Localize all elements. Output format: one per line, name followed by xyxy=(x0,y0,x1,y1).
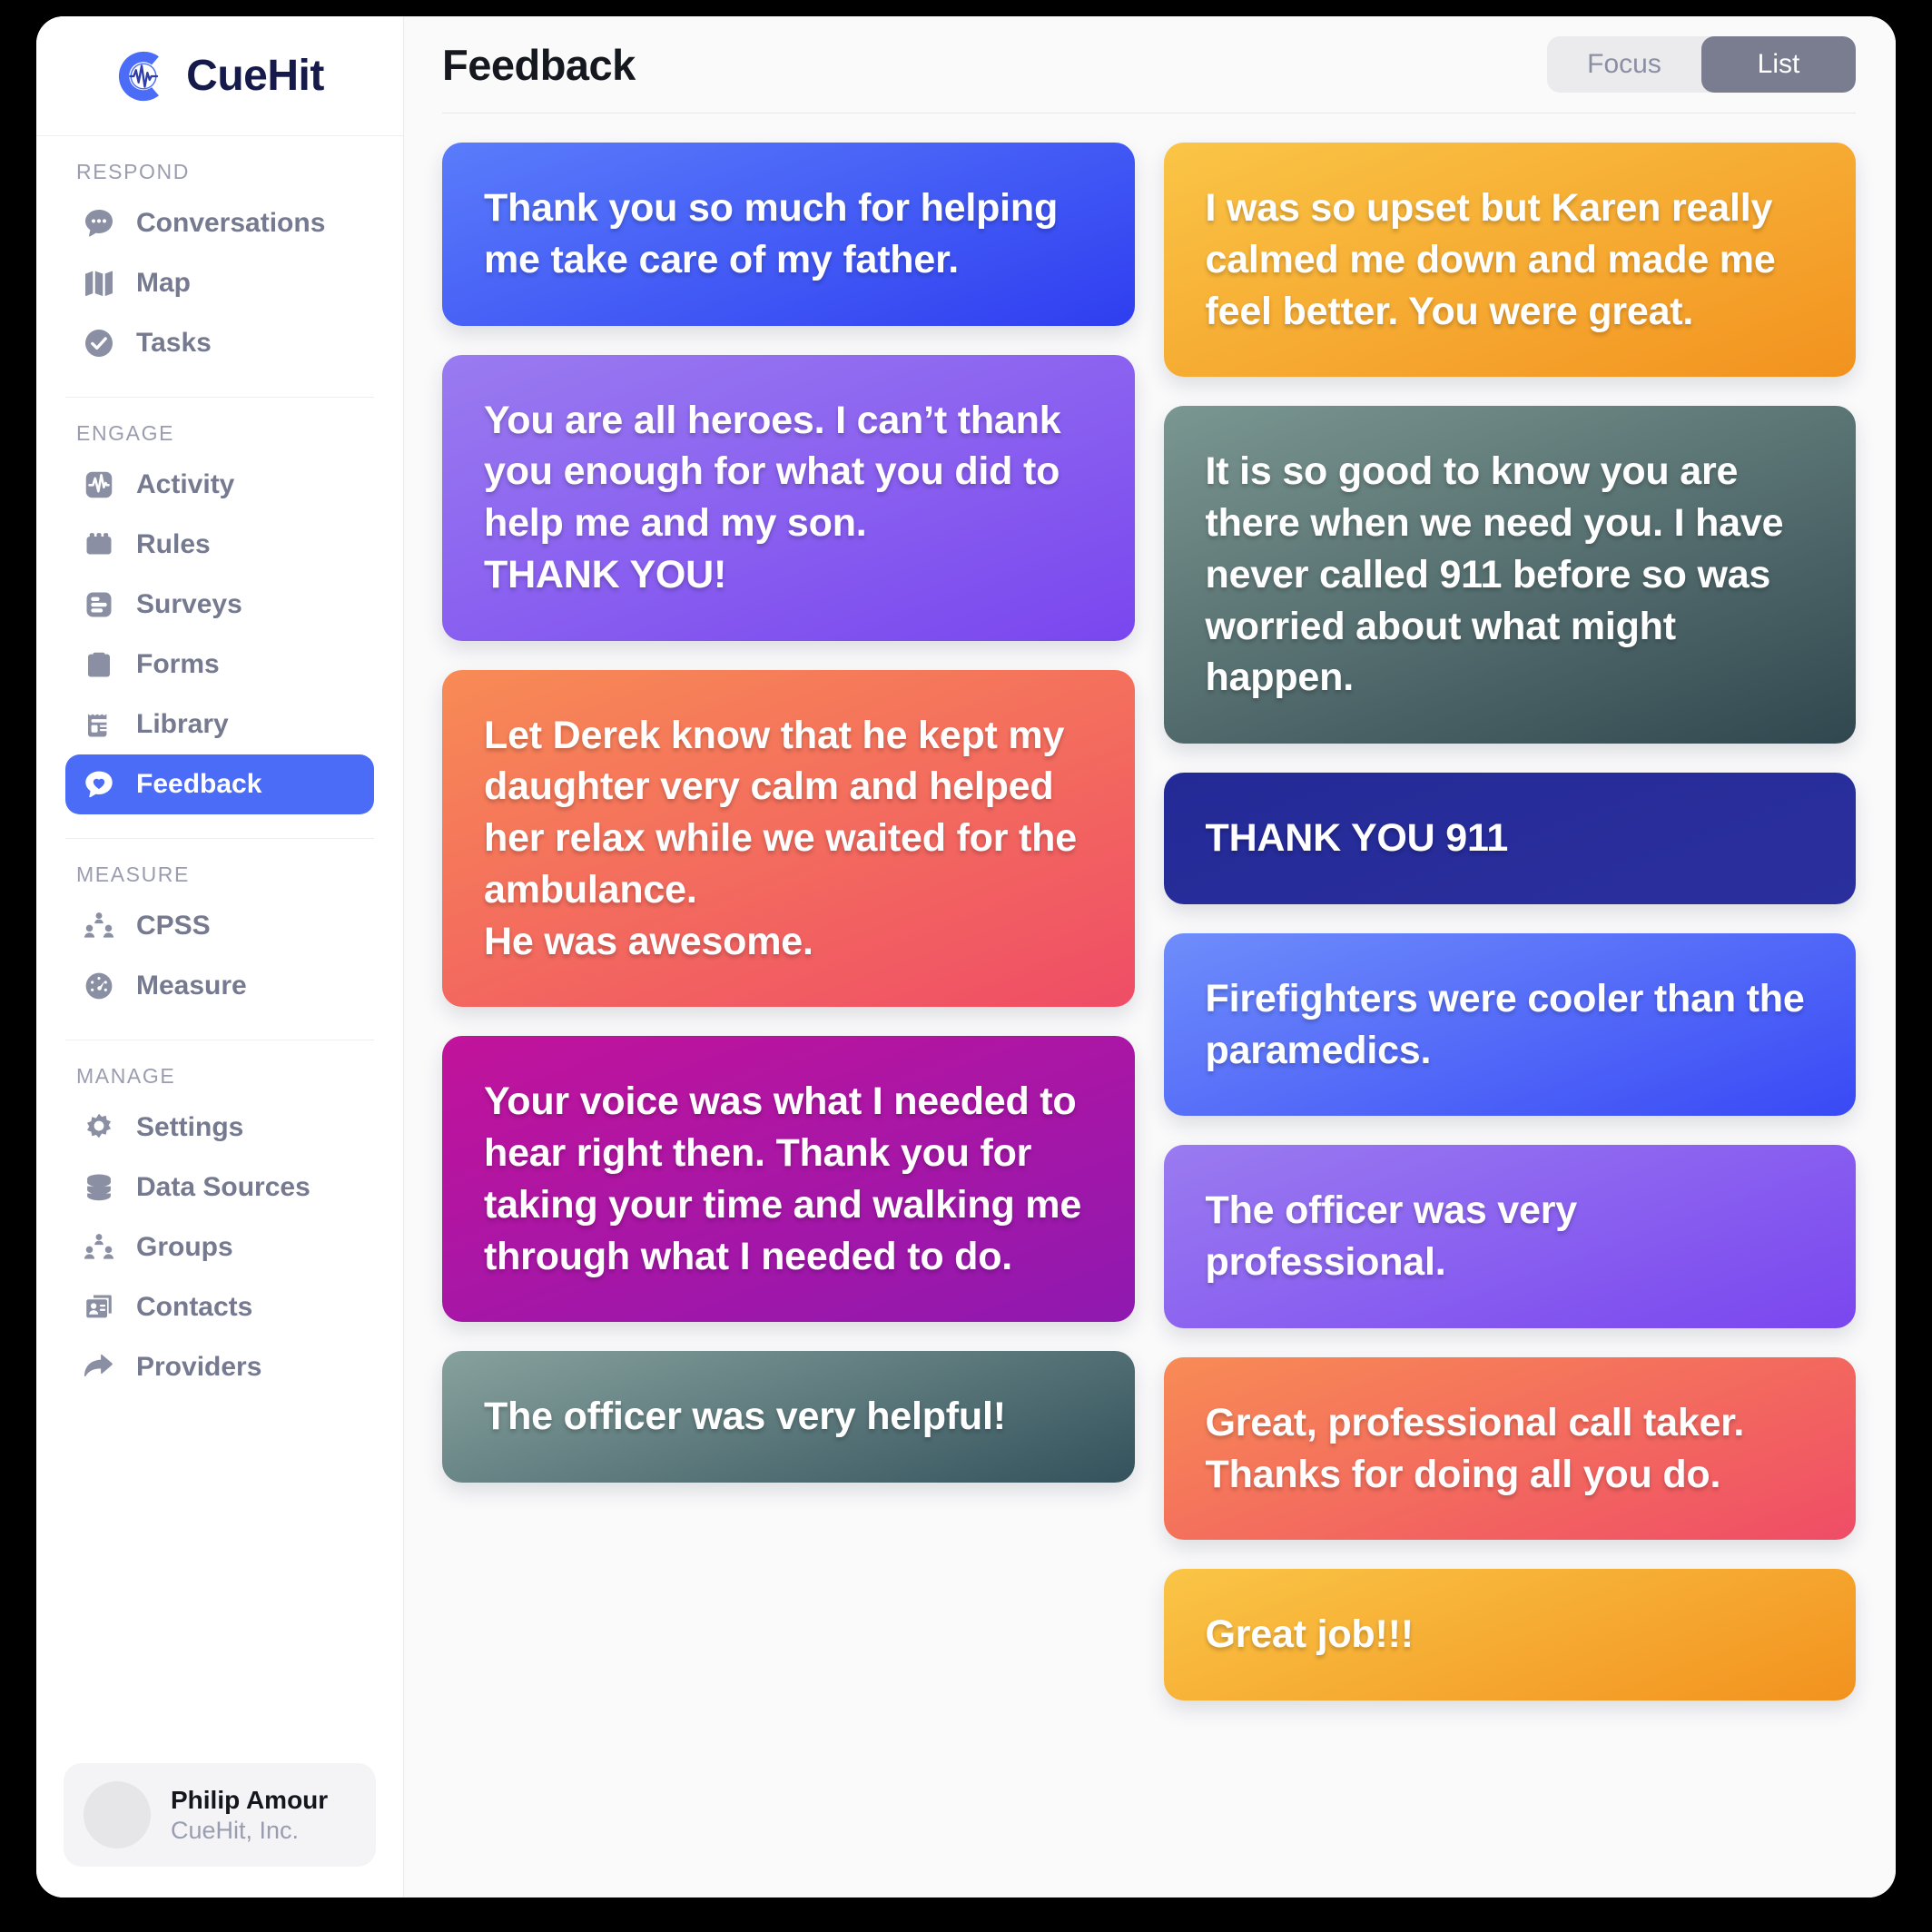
nav-group-label: MEASURE xyxy=(76,862,190,886)
user-card-wrap: Philip Amour CueHit, Inc. xyxy=(36,1745,403,1898)
gauge-icon xyxy=(82,969,116,1003)
sidebar-item-measure[interactable]: Measure xyxy=(65,956,374,1016)
nav-group-engage: ENGAGE Activity Rules Surveys Forms Libr… xyxy=(65,397,374,814)
nav-group-measure: MEASURE CPSS Measure xyxy=(65,838,374,1016)
sidebar-item-label: Feedback xyxy=(136,769,262,799)
sidebar-item-label: Settings xyxy=(136,1112,244,1142)
user-profile-card[interactable]: Philip Amour CueHit, Inc. xyxy=(64,1763,376,1867)
sidebar-item-label: CPSS xyxy=(136,911,211,941)
sidebar-item-conversations[interactable]: Conversations xyxy=(65,193,374,253)
user-name: Philip Amour xyxy=(171,1785,329,1814)
cuehit-logo-icon xyxy=(115,48,172,104)
sidebar-item-map[interactable]: Map xyxy=(65,253,374,313)
share-arrow-icon xyxy=(82,1350,116,1385)
sidebar-item-surveys[interactable]: Surveys xyxy=(65,575,374,635)
brand-name: CueHit xyxy=(186,51,324,100)
avatar xyxy=(84,1781,151,1848)
clipboard-icon xyxy=(82,647,116,682)
sidebar-item-settings[interactable]: Settings xyxy=(65,1098,374,1158)
feedback-card[interactable]: Let Derek know that he kept my daughter … xyxy=(442,669,1135,1008)
sidebar-item-label: Groups xyxy=(136,1232,233,1262)
view-mode-toggle[interactable]: Focus List xyxy=(1547,36,1856,93)
check-circle-icon xyxy=(82,326,116,360)
sidebar-item-library[interactable]: Library xyxy=(65,695,374,754)
gear-icon xyxy=(82,1110,116,1145)
sidebar-item-cpss[interactable]: CPSS xyxy=(65,896,374,956)
feedback-card[interactable]: The officer was very professional. xyxy=(1163,1145,1856,1328)
brand-header: CueHit xyxy=(36,16,403,136)
chat-bubble-icon xyxy=(82,206,116,241)
pulse-icon xyxy=(82,468,116,502)
sidebar-item-label: Measure xyxy=(136,971,247,1000)
feedback-card[interactable]: Great job!!! xyxy=(1163,1569,1856,1700)
sidebar-item-label: Providers xyxy=(136,1352,262,1382)
contact-card-icon xyxy=(82,1290,116,1325)
nav-group-label: ENGAGE xyxy=(76,421,175,445)
feedback-card[interactable]: Thank you so much for helping me take ca… xyxy=(442,143,1135,326)
feedback-card[interactable]: You are all heroes. I can’t thank you en… xyxy=(442,354,1135,641)
sidebar-item-label: Data Sources xyxy=(136,1172,310,1202)
map-icon xyxy=(82,266,116,301)
feedback-card[interactable]: THANK YOU 911 xyxy=(1163,773,1856,904)
sidebar-item-groups[interactable]: Groups xyxy=(65,1217,374,1277)
nav-group-label: MANAGE xyxy=(76,1064,176,1088)
sidebar-nav: RESPOND Conversations Map Tasks ENGAGE A… xyxy=(36,136,403,1745)
feedback-card[interactable]: The officer was very helpful! xyxy=(442,1351,1135,1483)
library-document-icon xyxy=(82,707,116,742)
people-group-icon xyxy=(82,909,116,943)
sidebar-item-label: Contacts xyxy=(136,1292,253,1322)
sidebar-item-feedback[interactable]: Feedback xyxy=(65,754,374,814)
heart-bubble-icon xyxy=(82,767,116,802)
sidebar-item-activity[interactable]: Activity xyxy=(65,455,374,515)
sidebar-item-label: Activity xyxy=(136,469,235,499)
sidebar-item-label: Surveys xyxy=(136,589,242,619)
feedback-column-right: I was so upset but Karen really calmed m… xyxy=(1163,143,1856,1700)
page-header: Feedback Focus List xyxy=(404,16,1896,113)
user-org: CueHit, Inc. xyxy=(171,1816,300,1844)
sidebar: CueHit RESPOND Conversations Map Tasks E… xyxy=(36,16,404,1898)
main-content: Feedback Focus List Thank you so much fo… xyxy=(404,16,1896,1898)
feedback-card[interactable]: It is so good to know you are there when… xyxy=(1163,406,1856,744)
sidebar-item-providers[interactable]: Providers xyxy=(65,1337,374,1397)
sidebar-item-label: Map xyxy=(136,268,191,298)
nav-group-manage: MANAGE Settings Data Sources Groups Cont… xyxy=(65,1040,374,1397)
sidebar-item-label: Conversations xyxy=(136,208,326,238)
feedback-card[interactable]: I was so upset but Karen really calmed m… xyxy=(1163,143,1856,378)
tab-list[interactable]: List xyxy=(1701,36,1856,93)
sidebar-item-rules[interactable]: Rules xyxy=(65,515,374,575)
feedback-card[interactable]: Firefighters were cooler than the parame… xyxy=(1163,932,1856,1117)
sidebar-item-contacts[interactable]: Contacts xyxy=(65,1277,374,1337)
app-window: CueHit RESPOND Conversations Map Tasks E… xyxy=(36,16,1896,1898)
page-title: Feedback xyxy=(442,40,636,89)
feedback-column-left: Thank you so much for helping me take ca… xyxy=(442,143,1135,1483)
nav-group-label: RESPOND xyxy=(76,160,190,183)
feedback-card[interactable]: Your voice was what I needed to hear rig… xyxy=(442,1036,1135,1323)
sidebar-item-label: Forms xyxy=(136,649,220,679)
database-icon xyxy=(82,1170,116,1205)
sidebar-item-label: Library xyxy=(136,709,229,739)
sidebar-item-label: Rules xyxy=(136,529,211,559)
survey-list-icon xyxy=(82,587,116,622)
sidebar-item-data-sources[interactable]: Data Sources xyxy=(65,1158,374,1217)
sidebar-item-tasks[interactable]: Tasks xyxy=(65,313,374,373)
sidebar-item-forms[interactable]: Forms xyxy=(65,635,374,695)
tab-focus[interactable]: Focus xyxy=(1547,36,1701,93)
brick-icon xyxy=(82,527,116,562)
people-group-icon xyxy=(82,1230,116,1265)
feedback-board: Thank you so much for helping me take ca… xyxy=(404,113,1896,1898)
nav-group-respond: RESPOND Conversations Map Tasks xyxy=(65,136,374,373)
feedback-card[interactable]: Great, professional call taker. Thanks f… xyxy=(1163,1356,1856,1541)
sidebar-item-label: Tasks xyxy=(136,328,212,358)
